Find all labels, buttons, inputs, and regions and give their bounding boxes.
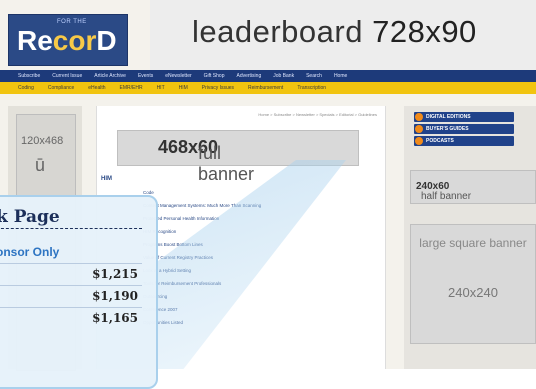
section-heading: HIM: [101, 176, 112, 182]
nav-item[interactable]: Transcription: [297, 85, 326, 91]
nav-item[interactable]: Events: [138, 73, 153, 79]
skyscraper-glyph: ū: [35, 155, 46, 175]
price-card-divider: [0, 228, 142, 229]
large-square-ad: large square banner 240x240: [410, 224, 536, 344]
nav-item[interactable]: Search: [306, 73, 322, 79]
nav-item[interactable]: Current Issue: [52, 73, 82, 79]
right-column: DIGITAL EDITIONS BUYER'S GUIDES PODCASTS…: [404, 106, 536, 369]
price-value: $1,215: [92, 267, 138, 281]
site-logo[interactable]: FOR THE RecorD: [8, 14, 128, 66]
price-value: $1,190: [92, 289, 138, 303]
nav-item[interactable]: Coding: [18, 85, 34, 91]
podcasts-link[interactable]: PODCASTS: [414, 136, 514, 146]
nav-item[interactable]: Privacy Issues: [202, 85, 234, 91]
skyscraper-size: 120x468: [21, 135, 64, 147]
half-banner-ad: half banner 240x60: [410, 170, 536, 204]
nav-item[interactable]: Compliance: [48, 85, 74, 91]
digital-editions-link[interactable]: DIGITAL EDITIONS: [414, 112, 514, 122]
price-row: $1,190: [0, 285, 142, 306]
nav-item[interactable]: Advertising: [237, 73, 262, 79]
digital-editions-icon: [415, 113, 423, 121]
nav-item[interactable]: Home: [334, 73, 347, 79]
leaderboard-label: leaderboard 728x90: [192, 14, 477, 49]
logo-text: RecorD: [17, 25, 117, 56]
square-label: large square banner: [419, 236, 527, 250]
nav-item[interactable]: eHealth: [88, 85, 105, 91]
leaderboard-ad: leaderboard 728x90: [150, 0, 536, 71]
price-card-title: k Page: [0, 207, 60, 227]
buyers-guides-icon: [415, 125, 423, 133]
secondary-nav: Coding Compliance eHealth EMR/EHR HIT HI…: [0, 82, 536, 94]
nav-item[interactable]: EMR/EHR: [120, 85, 143, 91]
square-size: 240x240: [448, 285, 498, 300]
nav-item[interactable]: Gift Shop: [204, 73, 225, 79]
sponsor-label: onsor Only: [0, 245, 60, 259]
price-row: $1,215: [0, 263, 142, 284]
price-value: $1,165: [92, 311, 138, 325]
nav-item[interactable]: Reimbursement: [248, 85, 283, 91]
full-banner-label: full banner 468x60: [158, 137, 255, 184]
nav-item[interactable]: Article Archive: [94, 73, 126, 79]
podcasts-icon: [415, 137, 423, 145]
price-row: $1,165: [0, 307, 142, 328]
buyers-guides-link[interactable]: BUYER'S GUIDES: [414, 124, 514, 134]
nav-item[interactable]: HIT: [157, 85, 165, 91]
nav-item[interactable]: Subscribe: [18, 73, 40, 79]
nav-item[interactable]: Job Bank: [273, 73, 294, 79]
half-banner-label: half banner 240x60: [416, 181, 472, 202]
nav-item[interactable]: HIM: [179, 85, 188, 91]
price-card: k Page onsor Only $1,215 $1,190 $1,165: [0, 195, 158, 389]
breadcrumb[interactable]: Home > Subscribe > Newsletter > Specials…: [207, 112, 377, 118]
primary-nav: Subscribe Current Issue Article Archive …: [0, 70, 536, 82]
nav-item[interactable]: eNewsletter: [165, 73, 191, 79]
